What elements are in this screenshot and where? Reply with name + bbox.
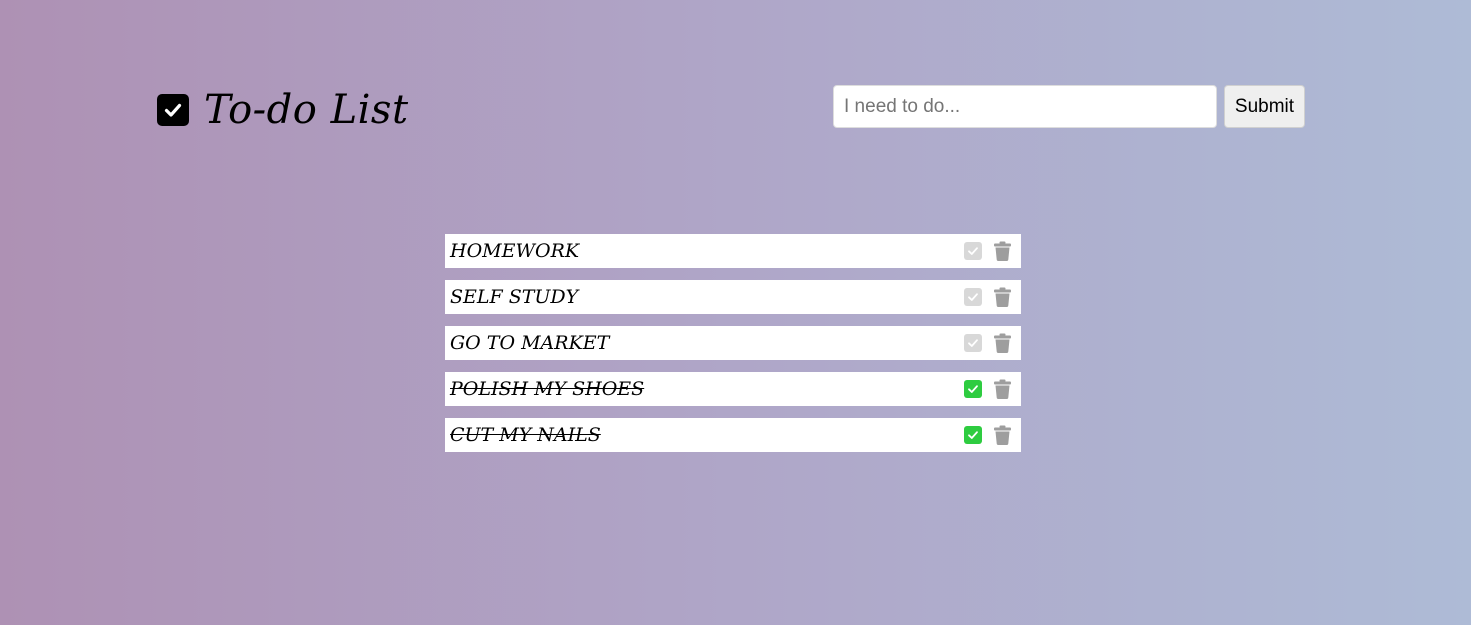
trash-icon[interactable] xyxy=(993,333,1012,353)
todo-input[interactable] xyxy=(833,85,1217,128)
todo-item: GO TO MARKET xyxy=(445,326,1021,360)
check-square-icon xyxy=(157,94,189,126)
complete-check-button[interactable] xyxy=(964,380,982,398)
trash-icon[interactable] xyxy=(993,425,1012,445)
todo-item: SELF STUDY xyxy=(445,280,1021,314)
add-todo-form: Submit xyxy=(833,85,1305,128)
todo-text: SELF STUDY xyxy=(450,286,579,308)
todo-text: POLISH MY SHOES xyxy=(450,378,645,400)
todo-item: HOMEWORK xyxy=(445,234,1021,268)
trash-icon[interactable] xyxy=(993,287,1012,307)
trash-icon[interactable] xyxy=(993,379,1012,399)
trash-icon[interactable] xyxy=(993,241,1012,261)
complete-check-button[interactable] xyxy=(964,334,982,352)
complete-check-button[interactable] xyxy=(964,242,982,260)
todo-item: CUT MY NAILS xyxy=(445,418,1021,452)
todo-text: GO TO MARKET xyxy=(450,332,610,354)
complete-check-button[interactable] xyxy=(964,426,982,444)
submit-button[interactable]: Submit xyxy=(1224,85,1305,128)
todo-text: CUT MY NAILS xyxy=(450,424,601,446)
complete-check-button[interactable] xyxy=(964,288,982,306)
todo-list: HOMEWORK SELF STUDY GO TO MARKET POLISH … xyxy=(445,234,1021,464)
todo-text: HOMEWORK xyxy=(450,240,580,262)
todo-item: POLISH MY SHOES xyxy=(445,372,1021,406)
page-title: To-do List xyxy=(204,87,409,133)
app-header: To-do List xyxy=(157,86,409,134)
